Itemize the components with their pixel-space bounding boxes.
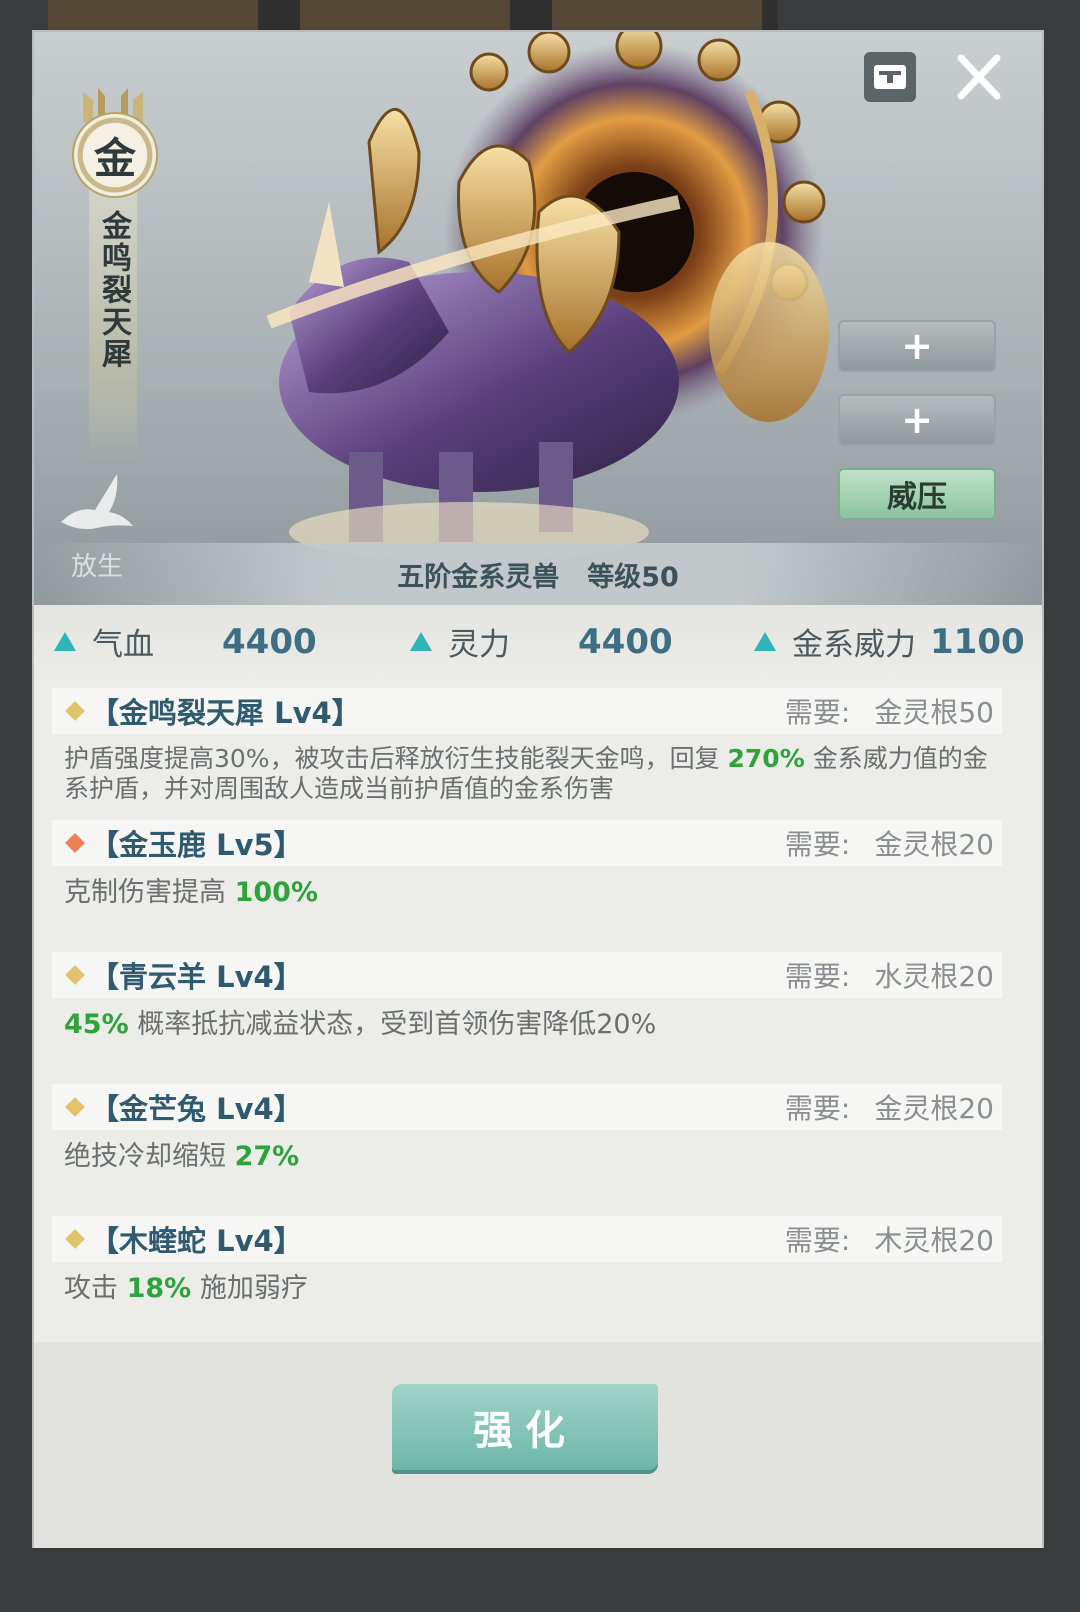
triangle-icon: [410, 632, 432, 651]
desc-highlight: 45%: [64, 1009, 129, 1040]
skill-description: 克制伤害提高 100%: [64, 878, 1004, 908]
desc-text: 克制伤害提高: [64, 877, 235, 908]
skill-requirement: 需要: 金灵根20: [785, 823, 994, 863]
stat-hp: 气血 4400: [54, 619, 317, 664]
skill-header: 【金鸣裂天犀 Lv4】 需要: 金灵根50: [52, 688, 1002, 734]
stat-metal-power: 金系威力 1100: [754, 619, 1025, 664]
add-slot-button-1[interactable]: +: [838, 320, 996, 372]
desc-highlight: 27%: [234, 1141, 300, 1172]
requirement-value: 金灵根20: [874, 1092, 994, 1125]
diamond-icon: [65, 1097, 85, 1117]
desc-highlight: 100%: [234, 877, 319, 908]
requirement-value: 水灵根20: [874, 960, 994, 993]
desc-text: 概率抵抗减益状态，受到首领伤害降低20%: [128, 1009, 657, 1040]
diamond-icon: [65, 701, 85, 721]
skill-header: 【金芒兔 Lv4】 需要: 金灵根20: [52, 1084, 1002, 1130]
beast-hero: 金 金鸣裂天犀 放生 + + 威压 五阶金系灵兽 等级50: [34, 32, 1042, 605]
requirement-key: 需要:: [784, 828, 851, 861]
tag-icon[interactable]: [864, 52, 916, 102]
requirement-key: 需要:: [784, 1092, 851, 1125]
requirement-key: 需要:: [784, 696, 851, 729]
skill-description: 45% 概率抵抗减益状态，受到首领伤害降低20%: [64, 1010, 1004, 1040]
stat-label: 灵力: [448, 627, 510, 663]
desc-text: 护盾强度提高30%，被攻击后释放衍生技能裂天金鸣，回复: [64, 744, 728, 773]
beast-level: 等级50: [587, 561, 679, 593]
skill-description: 绝技冷却缩短 27%: [64, 1142, 1004, 1172]
diamond-icon: [65, 833, 85, 853]
skill-header: 【金玉鹿 Lv5】 需要: 金灵根20: [52, 820, 1002, 866]
skill-header: 【木蝰蛇 Lv4】 需要: 木灵根20: [52, 1216, 1002, 1262]
beast-rank: 五阶金系灵兽: [397, 561, 560, 593]
close-icon[interactable]: [952, 50, 1006, 104]
skill-name: 【金鸣裂天犀 Lv4】: [90, 696, 361, 730]
skill-requirement: 需要: 木灵根20: [785, 1219, 994, 1259]
diamond-icon: [65, 1229, 85, 1249]
desc-text: 施加弱疗: [191, 1273, 308, 1304]
beast-name-vertical: 金鸣裂天犀: [96, 210, 131, 370]
requirement-value: 金灵根20: [874, 828, 994, 861]
stat-value: 4400: [578, 621, 673, 662]
desc-text: 绝技冷却缩短: [64, 1141, 235, 1172]
desc-text: 攻击: [64, 1273, 127, 1304]
triangle-icon: [54, 632, 76, 651]
stat-value: 1100: [930, 621, 1025, 662]
skill-name: 【金玉鹿 Lv5】: [90, 828, 303, 862]
element-badge: 金: [72, 112, 158, 198]
add-slot-button-2[interactable]: +: [838, 394, 996, 446]
pressure-button[interactable]: 威压: [838, 468, 996, 520]
skill-name: 【木蝰蛇 Lv4】: [90, 1224, 303, 1258]
skill-requirement: 需要: 水灵根20: [785, 955, 994, 995]
beast-rank-bar: 五阶金系灵兽 等级50: [34, 543, 1042, 605]
strengthen-button[interactable]: 强化: [392, 1384, 658, 1470]
requirement-value: 金灵根50: [874, 696, 994, 729]
triangle-icon: [754, 632, 776, 651]
skill-description: 护盾强度提高30%，被攻击后释放衍生技能裂天金鸣，回复 270% 金系威力值的金…: [64, 744, 1004, 804]
desc-highlight: 18%: [126, 1273, 192, 1304]
diamond-icon: [65, 965, 85, 985]
desc-highlight: 270%: [727, 744, 805, 773]
beast-detail-panel: 金 金鸣裂天犀 放生 + + 威压 五阶金系灵兽 等级50: [32, 30, 1044, 1548]
stat-label: 气血: [92, 627, 154, 663]
requirement-key: 需要:: [784, 1224, 851, 1257]
stat-label: 金系威力: [792, 627, 916, 663]
skill-name: 【金芒兔 Lv4】: [90, 1092, 303, 1126]
skill-name: 【青云羊 Lv4】: [90, 960, 303, 994]
dove-icon: [61, 474, 133, 530]
background-cards: [48, 0, 778, 30]
stats-row: 气血 4400 灵力 4400 金系威力 1100: [34, 605, 1042, 685]
stat-spirit: 灵力 4400: [410, 619, 673, 664]
skill-header: 【青云羊 Lv4】 需要: 水灵根20: [52, 952, 1002, 998]
requirement-value: 木灵根20: [874, 1224, 994, 1257]
stat-value: 4400: [222, 621, 317, 662]
skill-requirement: 需要: 金灵根50: [785, 691, 994, 731]
skill-description: 攻击 18% 施加弱疗: [64, 1274, 1004, 1304]
skill-requirement: 需要: 金灵根20: [785, 1087, 994, 1127]
beast-name-banner: 金 金鸣裂天犀: [72, 82, 158, 462]
requirement-key: 需要:: [784, 960, 851, 993]
beast-artwork: [266, 32, 829, 562]
